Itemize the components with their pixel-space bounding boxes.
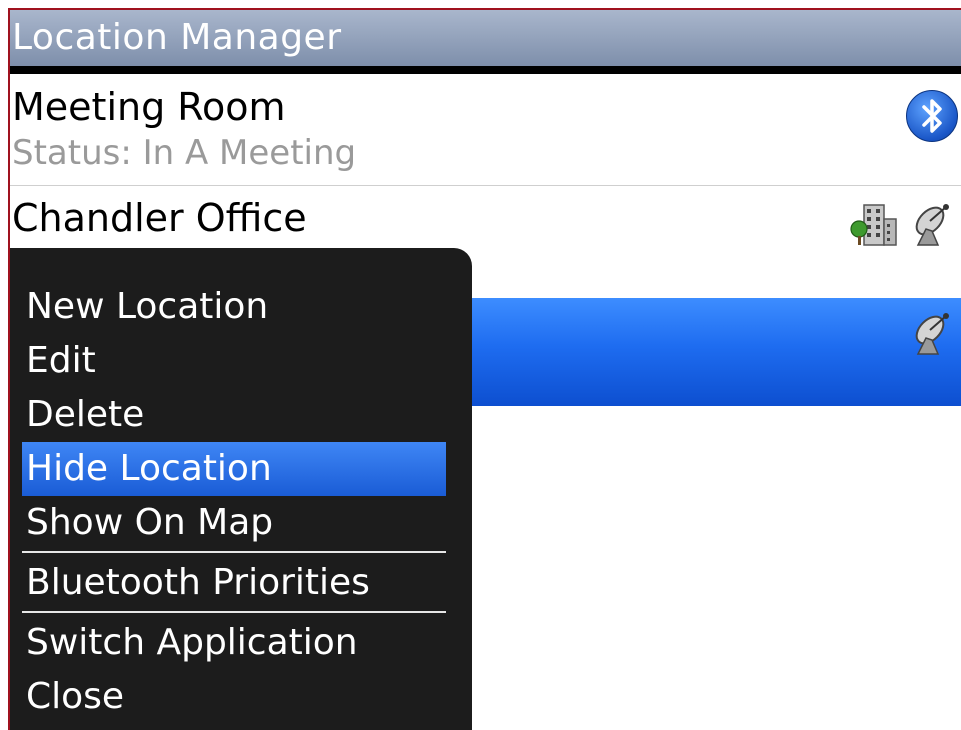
location-row-meeting-room[interactable]: Meeting Room Status: In A Meeting — [10, 76, 961, 186]
app-title: Location Manager — [12, 17, 342, 58]
bluetooth-icon — [906, 90, 958, 142]
context-menu: New Location Edit Delete Hide Location S… — [10, 248, 472, 730]
satellite-icon — [908, 308, 956, 356]
menu-item-bluetooth-priorities[interactable]: Bluetooth Priorities — [22, 556, 446, 610]
menu-item-delete[interactable]: Delete — [22, 388, 446, 442]
location-manager-screen: Location Manager Meeting Room Status: In… — [8, 8, 961, 730]
satellite-icon — [908, 199, 956, 247]
menu-separator — [22, 551, 446, 553]
location-name: Meeting Room — [12, 85, 286, 129]
location-name: Chandler Office — [12, 196, 307, 240]
location-status: Status: In A Meeting — [12, 133, 357, 173]
title-bar: Location Manager — [10, 10, 961, 74]
menu-item-switch-application[interactable]: Switch Application — [22, 616, 446, 670]
menu-item-close[interactable]: Close — [22, 670, 446, 724]
menu-separator — [22, 611, 446, 613]
menu-item-hide-location[interactable]: Hide Location — [22, 442, 446, 496]
menu-item-new-location[interactable]: New Location — [22, 280, 446, 334]
menu-item-edit[interactable]: Edit — [22, 334, 446, 388]
menu-item-show-on-map[interactable]: Show On Map — [22, 496, 446, 550]
building-icon — [850, 199, 898, 247]
